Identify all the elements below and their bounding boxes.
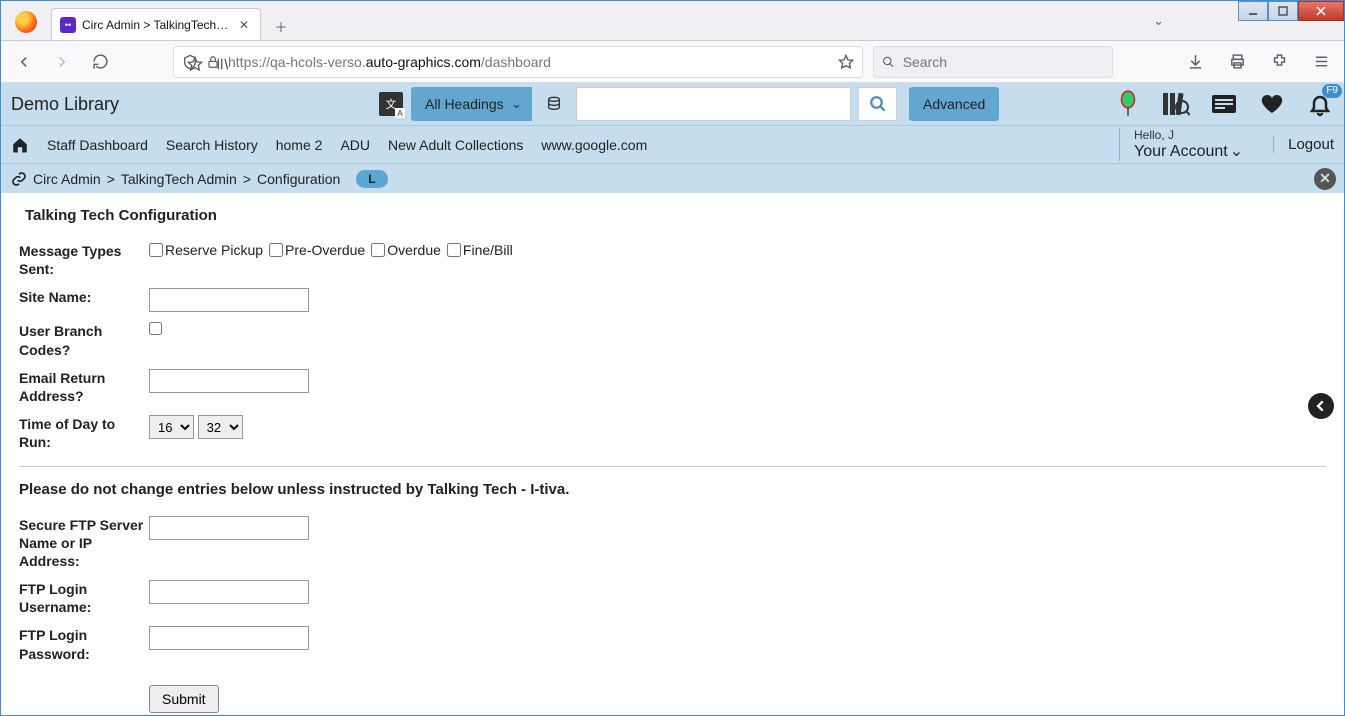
new-tab-button[interactable]: ＋	[267, 12, 295, 40]
tab-title: Circ Admin > TalkingTech Adm	[82, 18, 230, 32]
window-minimize-button[interactable]	[1238, 1, 1268, 21]
site-name-input[interactable]	[149, 288, 309, 312]
bookshelf-icon[interactable]	[1162, 90, 1190, 118]
home-icon[interactable]	[11, 136, 29, 154]
nav-home2[interactable]: home 2	[276, 137, 323, 153]
notifications-bell-icon[interactable]: F9	[1306, 90, 1334, 118]
favorites-heart-icon[interactable]	[1258, 90, 1286, 118]
balloon-icon[interactable]	[1114, 90, 1142, 118]
label-user-branch: User Branch Codes?	[19, 322, 149, 358]
logout-link[interactable]: Logout	[1273, 136, 1334, 153]
reload-button[interactable]	[85, 47, 115, 77]
print-icon[interactable]	[1222, 47, 1252, 77]
submit-button[interactable]: Submit	[149, 685, 219, 713]
library-name: Demo Library	[11, 94, 371, 115]
forward-button[interactable]	[47, 47, 77, 77]
chk-pre-overdue[interactable]: Pre-Overdue	[269, 242, 365, 258]
card-icon[interactable]	[1210, 90, 1238, 118]
link-icon	[11, 171, 27, 187]
nav-staff-dashboard[interactable]: Staff Dashboard	[47, 137, 148, 153]
advanced-search-button[interactable]: Advanced	[909, 87, 999, 121]
label-ftp-user: FTP Login Username:	[19, 580, 149, 616]
ftp-user-input[interactable]	[149, 580, 309, 604]
collapse-arrow-button[interactable]	[1308, 393, 1334, 419]
bookmark-outline-icon[interactable]	[187, 56, 203, 72]
crumb-talkingtech[interactable]: TalkingTech Admin	[121, 171, 237, 187]
browser-search-input[interactable]	[903, 54, 1104, 70]
tabs-overflow-icon[interactable]: ⌄	[1153, 13, 1164, 29]
library-icon[interactable]	[215, 56, 231, 72]
notification-badge: F9	[1322, 84, 1342, 98]
close-panel-button[interactable]: ✕	[1314, 168, 1336, 190]
firefox-logo-icon	[15, 11, 37, 33]
url-bar[interactable]: https://qa-hcols-verso.auto-graphics.com…	[173, 46, 863, 78]
nav-row: Staff Dashboard Search History home 2 AD…	[1, 125, 1344, 163]
ftp-server-input[interactable]	[149, 516, 309, 540]
window-controls	[1238, 1, 1344, 21]
nav-google[interactable]: www.google.com	[541, 137, 647, 153]
minute-select[interactable]: 32	[198, 415, 243, 439]
browser-tab[interactable]: •• Circ Admin > TalkingTech Adm ✕	[51, 8, 261, 40]
divider	[19, 466, 1326, 467]
nav-search-history[interactable]: Search History	[166, 137, 258, 153]
nav-new-adult[interactable]: New Adult Collections	[388, 137, 523, 153]
headings-select[interactable]: All Headings	[411, 87, 532, 121]
hour-select[interactable]: 16	[149, 415, 194, 439]
browser-tabstrip: •• Circ Admin > TalkingTech Adm ✕ ＋ ⌄	[1, 1, 1344, 41]
chk-reserve-pickup[interactable]: Reserve Pickup	[149, 242, 263, 258]
account-block[interactable]: Hello, J Your Account⌄	[1119, 128, 1243, 162]
browser-search-bar[interactable]	[873, 46, 1113, 78]
extensions-icon[interactable]	[1264, 47, 1294, 77]
crumb-configuration[interactable]: Configuration	[257, 171, 340, 187]
hello-text: Hello, J	[1134, 128, 1243, 142]
language-icon[interactable]: 文	[379, 92, 403, 116]
chevron-down-icon: ⌄	[1230, 142, 1243, 161]
email-return-input[interactable]	[149, 369, 309, 393]
window-maximize-button[interactable]	[1268, 1, 1298, 21]
database-icon[interactable]	[540, 87, 568, 121]
chk-fine-bill[interactable]: Fine/Bill	[447, 242, 513, 258]
label-msg-types: Message Types Sent:	[19, 242, 149, 278]
catalog-search-input[interactable]	[576, 87, 851, 121]
url-text: https://qa-hcols-verso.auto-graphics.com…	[228, 54, 551, 70]
tab-favicon-icon: ••	[60, 17, 76, 33]
crumb-pill: L	[356, 170, 387, 188]
nav-adu[interactable]: ADU	[340, 137, 370, 153]
label-ftp-pass: FTP Login Password:	[19, 626, 149, 662]
breadcrumb-bar: Circ Admin > TalkingTech Admin > Configu…	[1, 163, 1344, 193]
app-header: Demo Library 文 All Headings ⌄ Advanced F…	[1, 83, 1344, 125]
bookmark-star-icon[interactable]	[838, 54, 854, 70]
search-icon	[882, 55, 895, 69]
ftp-pass-input[interactable]	[149, 626, 309, 650]
label-ftp-server: Secure FTP Server Name or IP Address:	[19, 516, 149, 571]
label-email-return: Email Return Address?	[19, 369, 149, 405]
crumb-circ-admin[interactable]: Circ Admin	[33, 171, 101, 187]
app-menu-button[interactable]	[1306, 47, 1336, 77]
window-close-button[interactable]	[1298, 1, 1344, 21]
save-page-icon[interactable]	[1180, 47, 1210, 77]
your-account-label: Your Account	[1134, 142, 1228, 161]
toolbar-right-icons	[1180, 47, 1336, 77]
user-branch-checkbox[interactable]	[149, 322, 162, 335]
warning-text: Please do not change entries below unles…	[19, 481, 1326, 498]
label-time-of-day: Time of Day to Run:	[19, 415, 149, 451]
page-title: Talking Tech Configuration	[25, 207, 1326, 224]
label-site-name: Site Name:	[19, 288, 149, 306]
chk-overdue[interactable]: Overdue	[371, 242, 441, 258]
tab-close-button[interactable]: ✕	[236, 17, 252, 33]
catalog-search-button[interactable]	[859, 87, 897, 121]
back-button[interactable]	[9, 47, 39, 77]
content-area: Talking Tech Configuration Message Types…	[1, 193, 1344, 715]
